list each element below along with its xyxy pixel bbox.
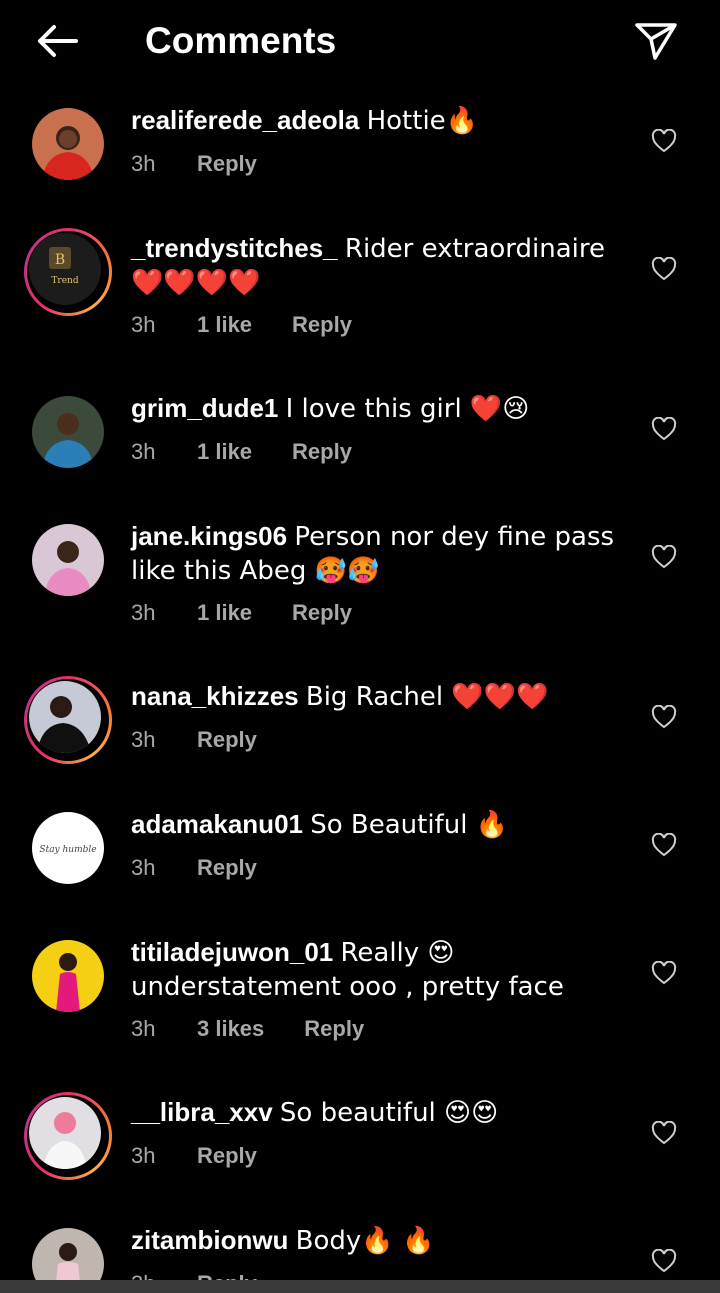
comment-like-count[interactable]: 1 like bbox=[197, 438, 252, 466]
comment-input-bar-edge bbox=[0, 1280, 720, 1293]
avatar[interactable] bbox=[32, 524, 104, 596]
page-title: Comments bbox=[145, 20, 337, 61]
heart-outline-icon bbox=[651, 1249, 677, 1273]
comment-item: __libra_xxv So beautiful 😍😍 3h Reply bbox=[0, 1092, 720, 1202]
avatar[interactable]: Stay humble bbox=[32, 812, 104, 884]
comment-item: jane.kings06 Person nor dey fine pass li… bbox=[0, 516, 720, 656]
comment-username[interactable]: adamakanu01 bbox=[131, 809, 303, 839]
comment-item: B Trend _trendystitches_ Rider extraordi… bbox=[0, 228, 720, 348]
like-heart-button[interactable] bbox=[648, 126, 680, 156]
reply-button[interactable]: Reply bbox=[197, 726, 257, 754]
like-heart-button[interactable] bbox=[648, 702, 680, 732]
comment-time: 3h bbox=[131, 1016, 156, 1041]
comment-like-count[interactable]: 1 like bbox=[197, 599, 252, 627]
comment-time: 3h bbox=[131, 727, 156, 752]
arrow-left-icon bbox=[38, 25, 78, 57]
comment-username[interactable]: __libra_xxv bbox=[131, 1097, 273, 1127]
back-button[interactable] bbox=[28, 18, 84, 64]
comment-username[interactable]: realiferede_adeola bbox=[131, 105, 359, 135]
paper-plane-icon bbox=[635, 23, 677, 60]
heart-outline-icon bbox=[651, 1121, 677, 1145]
reply-button[interactable]: Reply bbox=[304, 1015, 364, 1043]
header-bar: Comments bbox=[0, 0, 720, 82]
comment-like-count[interactable]: 1 like bbox=[197, 311, 252, 339]
avatar[interactable]: B Trend bbox=[24, 228, 112, 316]
comment-text: So beautiful 😍😍 bbox=[279, 1098, 499, 1128]
like-heart-button[interactable] bbox=[648, 542, 680, 572]
comment-username[interactable]: grim_dude1 bbox=[131, 393, 278, 423]
comment-time: 3h bbox=[131, 312, 156, 337]
heart-outline-icon bbox=[651, 705, 677, 729]
comment-text: I love this girl ❤️😢 bbox=[285, 394, 530, 424]
comment-text: So Beautiful 🔥 bbox=[310, 810, 509, 840]
comment-time: 3h bbox=[131, 1270, 197, 1280]
heart-outline-icon bbox=[651, 417, 677, 441]
avatar-caption-text: Stay humble bbox=[39, 845, 96, 855]
reply-button[interactable]: Reply bbox=[292, 599, 352, 627]
comment-username[interactable]: jane.kings06 bbox=[131, 521, 287, 551]
like-heart-button[interactable] bbox=[648, 414, 680, 444]
comment-item: titiladejuwon_01 Really 😍 understatement… bbox=[0, 932, 720, 1072]
comment-time: 3h bbox=[131, 151, 156, 176]
comment-item: zitambionwu Body🔥 🔥 3h Reply bbox=[0, 1220, 720, 1280]
reply-button[interactable]: Reply bbox=[197, 150, 257, 178]
like-heart-button[interactable] bbox=[648, 1118, 680, 1148]
share-button[interactable] bbox=[630, 18, 682, 64]
reply-button[interactable]: Reply bbox=[292, 311, 352, 339]
comment-username[interactable]: zitambionwu bbox=[131, 1225, 288, 1255]
heart-outline-icon bbox=[651, 129, 677, 153]
heart-outline-icon bbox=[651, 961, 677, 985]
like-heart-button[interactable] bbox=[648, 1246, 680, 1276]
comment-text: Body🔥 🔥 bbox=[295, 1226, 435, 1256]
avatar[interactable] bbox=[24, 676, 112, 764]
heart-outline-icon bbox=[651, 545, 677, 569]
avatar[interactable] bbox=[32, 396, 104, 468]
avatar-logo-text: Trend bbox=[51, 276, 78, 286]
avatar[interactable] bbox=[32, 108, 104, 180]
comment-item: Stay humble adamakanu01 So Beautiful 🔥 3… bbox=[0, 804, 720, 914]
comment-like-count[interactable]: 3 likes bbox=[197, 1015, 264, 1043]
reply-button[interactable]: Reply bbox=[197, 854, 257, 882]
comment-username[interactable]: nana_khizzes bbox=[131, 681, 299, 711]
reply-button[interactable]: Reply bbox=[197, 1270, 257, 1280]
comment-item: realiferede_adeola Hottie🔥 3h Reply bbox=[0, 100, 720, 210]
like-heart-button[interactable] bbox=[648, 958, 680, 988]
heart-outline-icon bbox=[651, 833, 677, 857]
comment-time: 3h bbox=[131, 1143, 156, 1168]
comment-time: 3h bbox=[131, 600, 156, 625]
reply-button[interactable]: Reply bbox=[197, 1142, 257, 1170]
comment-username[interactable]: titiladejuwon_01 bbox=[131, 937, 333, 967]
heart-outline-icon bbox=[651, 257, 677, 281]
comment-time: 3h bbox=[131, 439, 156, 464]
comment-item: grim_dude1 I love this girl ❤️😢 3h 1 lik… bbox=[0, 388, 720, 498]
comment-item: nana_khizzes Big Rachel ❤️❤️❤️ 3h Reply bbox=[0, 676, 720, 786]
comment-text: Big Rachel ❤️❤️❤️ bbox=[305, 682, 549, 712]
avatar[interactable] bbox=[32, 940, 104, 1012]
comment-text: Hottie🔥 bbox=[366, 106, 479, 136]
svg-text:B: B bbox=[55, 252, 65, 268]
reply-button[interactable]: Reply bbox=[292, 438, 352, 466]
comment-username[interactable]: _trendystitches_ bbox=[131, 233, 338, 263]
avatar[interactable] bbox=[24, 1092, 112, 1180]
avatar[interactable] bbox=[32, 1228, 104, 1280]
like-heart-button[interactable] bbox=[648, 830, 680, 860]
comment-time: 3h bbox=[131, 855, 156, 880]
like-heart-button[interactable] bbox=[648, 254, 680, 284]
